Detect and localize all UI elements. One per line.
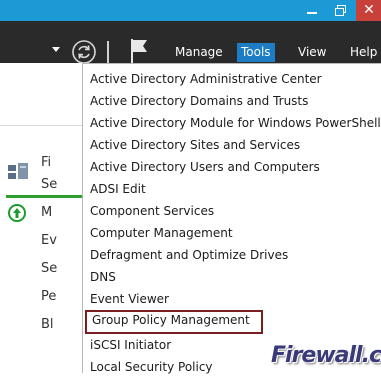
watermark-logo: Firewall.cx bbox=[271, 343, 381, 368]
servers-icon bbox=[8, 163, 28, 179]
minimize-icon bbox=[307, 12, 317, 14]
menu-entry-defragment[interactable]: Defragment and Optimize Drives bbox=[85, 245, 370, 265]
tools-dropdown: Active Directory Administrative Center A… bbox=[82, 63, 381, 374]
menu-entry-component-services[interactable]: Component Services bbox=[85, 201, 370, 221]
bg-label-ev: Ev bbox=[41, 233, 57, 248]
menu-entry-adsi-edit[interactable]: ADSI Edit bbox=[85, 179, 370, 199]
chevron-down-icon[interactable] bbox=[52, 47, 60, 52]
menu-entry-ad-domains-trusts[interactable]: Active Directory Domains and Trusts bbox=[85, 91, 370, 111]
restore-button[interactable] bbox=[325, 0, 356, 21]
minimize-button[interactable] bbox=[299, 0, 325, 21]
bg-label-pe: Pe bbox=[41, 289, 57, 304]
menu-entry-ad-sites-services[interactable]: Active Directory Sites and Services bbox=[85, 135, 370, 155]
flag-icon[interactable] bbox=[128, 37, 150, 65]
menu-entry-computer-management[interactable]: Computer Management bbox=[85, 223, 370, 243]
selection-indicator bbox=[6, 195, 82, 198]
toolbar-separator bbox=[107, 41, 109, 65]
menu-entry-ad-powershell[interactable]: Active Directory Module for Windows Powe… bbox=[85, 113, 381, 133]
refresh-icon[interactable] bbox=[71, 39, 97, 65]
close-button[interactable]: ✕ bbox=[356, 0, 381, 21]
bg-label-se2: Se bbox=[41, 261, 58, 276]
divider bbox=[0, 125, 82, 126]
close-icon: ✕ bbox=[363, 2, 375, 18]
menu-entry-ad-admin-center[interactable]: Active Directory Administrative Center bbox=[85, 69, 370, 89]
arrow-up-icon bbox=[8, 204, 26, 222]
bg-label-se: Se bbox=[41, 177, 58, 192]
bg-label-bl: Bl bbox=[41, 317, 54, 332]
menu-entry-group-policy-management[interactable]: Group Policy Management bbox=[85, 310, 263, 334]
menu-entry-dns[interactable]: DNS bbox=[85, 267, 370, 287]
menu-entry-ad-users-computers[interactable]: Active Directory Users and Computers bbox=[85, 157, 370, 177]
menu-entry-event-viewer[interactable]: Event Viewer bbox=[85, 289, 370, 309]
menu-manage[interactable]: Manage bbox=[171, 43, 227, 62]
menu-tools[interactable]: Tools bbox=[237, 43, 275, 62]
menu-help[interactable]: Help bbox=[346, 43, 381, 62]
bg-label-fi: Fi bbox=[41, 155, 52, 170]
restore-icon bbox=[335, 5, 346, 16]
menu-view[interactable]: View bbox=[294, 43, 330, 62]
bg-label-m: M bbox=[41, 205, 53, 220]
